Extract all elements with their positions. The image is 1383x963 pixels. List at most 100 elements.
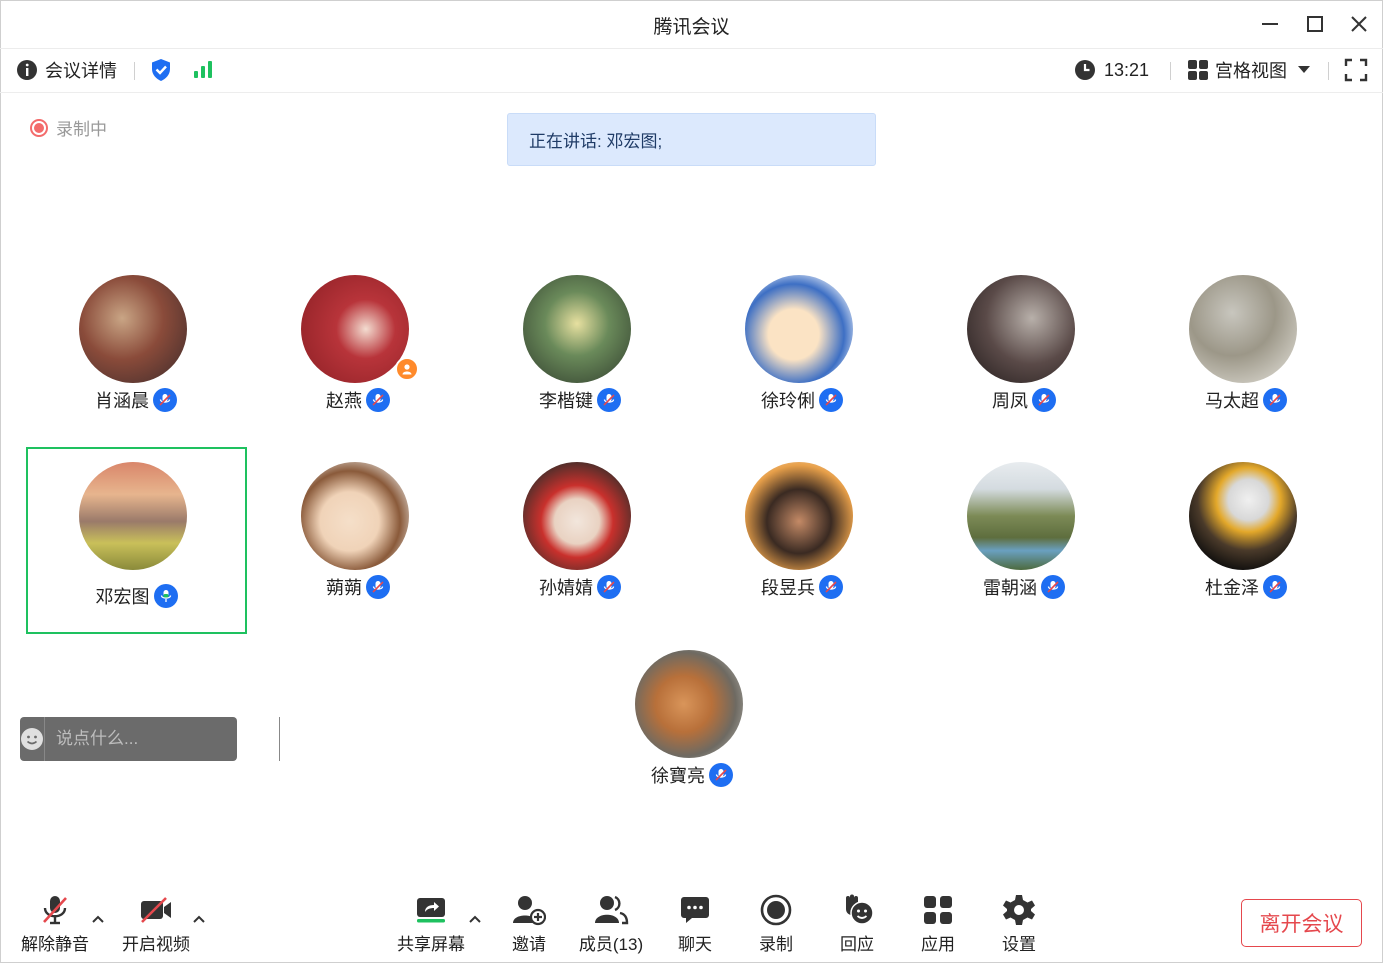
meeting-duration: 13:21 (1074, 57, 1149, 83)
participant-name: 邓宏图 (95, 587, 150, 607)
participant-tile[interactable]: 肖涵晨 (26, 267, 246, 452)
participant-name: 雷朝涵 (983, 578, 1037, 598)
host-icon (395, 357, 419, 381)
chevron-left-icon (281, 733, 289, 745)
fullscreen-button[interactable] (1344, 57, 1368, 83)
emoji-icon (21, 728, 43, 750)
invite-button[interactable]: 邀请 (489, 890, 569, 956)
divider (1328, 62, 1329, 80)
participant-name: 周凤 (992, 391, 1028, 411)
start-video-button[interactable]: 开启视频 (116, 890, 196, 956)
clock-icon (1075, 60, 1095, 80)
mic-muted-icon (709, 763, 733, 787)
participant-tile-active-speaker[interactable]: 邓宏图 (26, 447, 247, 634)
chevron-up-icon (193, 915, 205, 923)
share-options-button[interactable] (467, 912, 483, 926)
invite-user-icon (513, 896, 546, 926)
chat-button[interactable]: 聊天 (655, 890, 735, 956)
record-label: 录制 (759, 935, 793, 954)
avatar (635, 650, 743, 758)
start-video-label: 开启视频 (122, 935, 190, 954)
recording-dot-icon (30, 118, 48, 137)
mic-off-icon (43, 896, 67, 925)
recording-indicator: 录制中 (30, 115, 107, 140)
members-button[interactable]: 成员(13) (571, 890, 651, 956)
fullscreen-icon (1344, 58, 1368, 82)
participant-tile[interactable]: 段昱兵 (692, 454, 912, 639)
security-shield-button[interactable] (150, 57, 172, 83)
chat-input[interactable] (45, 716, 279, 762)
minimize-button[interactable] (1256, 10, 1284, 38)
network-signal-button[interactable] (192, 57, 214, 83)
apps-grid-icon (924, 896, 952, 924)
record-button[interactable]: 录制 (736, 890, 816, 956)
chat-collapse-button[interactable] (279, 717, 292, 761)
meeting-details-label: 会议详情 (45, 61, 117, 81)
avatar (967, 275, 1075, 383)
avatar (745, 275, 853, 383)
maximize-button[interactable] (1301, 10, 1329, 38)
shield-icon (152, 59, 170, 81)
participant-tile[interactable]: 蒴蒴 (248, 454, 468, 639)
participant-name: 蒴蒴 (326, 578, 362, 598)
unmute-button[interactable]: 解除静音 (15, 890, 95, 956)
mic-muted-icon (597, 575, 621, 599)
settings-button[interactable]: 设置 (979, 890, 1059, 956)
record-icon (760, 894, 792, 926)
reactions-button[interactable]: 回应 (817, 890, 897, 956)
mic-muted-icon (1041, 575, 1065, 599)
participant-tile[interactable]: 杜金泽 (1136, 454, 1356, 639)
share-screen-button[interactable]: 共享屏幕 (391, 890, 471, 956)
mic-speaking-icon (153, 584, 178, 608)
maximize-icon (1307, 16, 1323, 32)
participant-tile[interactable]: 徐玲俐 (692, 267, 912, 452)
avatar (79, 275, 187, 383)
meeting-details-button[interactable]: 会议详情 (16, 57, 117, 83)
info-icon (17, 60, 37, 80)
avatar (301, 275, 409, 383)
meeting-info-bar: 会议详情 13:21 宫格视图 (0, 48, 1383, 93)
share-screen-label: 共享屏幕 (397, 935, 465, 954)
signal-icon (194, 61, 212, 78)
mic-muted-icon (1263, 575, 1287, 599)
recording-label: 录制中 (56, 120, 107, 139)
participant-tile[interactable]: 赵燕 (248, 267, 468, 452)
participant-name: 赵燕 (326, 391, 362, 411)
avatar (1189, 275, 1297, 383)
avatar (967, 462, 1075, 570)
video-options-button[interactable] (191, 912, 207, 926)
emoji-button[interactable] (20, 717, 45, 761)
avatar (79, 462, 187, 570)
chat-bubble-icon (681, 897, 709, 923)
mic-muted-icon (597, 388, 621, 412)
meeting-time: 13:21 (1104, 59, 1150, 80)
reactions-label: 回应 (840, 935, 874, 954)
unmute-label: 解除静音 (21, 935, 89, 954)
participant-tile[interactable]: 周凤 (914, 267, 1134, 452)
participant-tile[interactable]: 马太超 (1136, 267, 1356, 452)
avatar (1189, 462, 1297, 570)
close-button[interactable] (1345, 10, 1373, 38)
avatar (523, 275, 631, 383)
video-off-icon (141, 897, 171, 923)
audio-options-button[interactable] (90, 912, 106, 926)
members-label: 成员(13) (578, 935, 644, 954)
members-icon (595, 895, 629, 925)
chevron-up-icon (92, 915, 104, 923)
participant-tile[interactable]: 李楷键 (470, 267, 690, 452)
participant-tile[interactable]: 徐寶亮 (582, 642, 802, 827)
avatar (523, 462, 631, 570)
leave-meeting-button[interactable]: 离开会议 (1241, 899, 1362, 947)
participant-name: 肖涵晨 (95, 391, 149, 411)
grid-view-icon (1188, 60, 1208, 80)
speaking-banner: 正在讲话: 邓宏图; (507, 113, 876, 166)
participant-tile[interactable]: 雷朝涵 (914, 454, 1134, 639)
participant-tile[interactable]: 孙婧婧 (470, 454, 690, 639)
settings-label: 设置 (1002, 935, 1036, 954)
view-mode-dropdown[interactable]: 宫格视图 (1187, 57, 1311, 83)
participant-name: 马太超 (1205, 391, 1259, 411)
apps-button[interactable]: 应用 (898, 890, 978, 956)
avatar (301, 462, 409, 570)
participant-name: 杜金泽 (1205, 578, 1259, 598)
participant-name: 段昱兵 (761, 578, 815, 598)
